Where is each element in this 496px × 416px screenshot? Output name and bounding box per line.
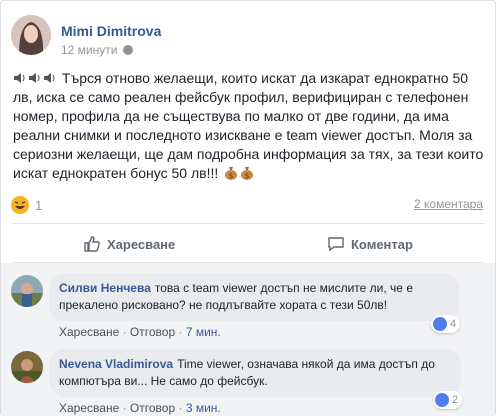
speaker-icon: [29, 73, 40, 83]
thumbs-up-icon: [84, 236, 100, 252]
comment-reply-link[interactable]: Отговор: [130, 401, 175, 415]
like-icon: [435, 393, 449, 407]
speaker-icon: [14, 73, 25, 83]
haha-icon: [11, 196, 29, 214]
like-button-label: Харесване: [107, 236, 176, 252]
comment-like-link[interactable]: Харесване: [59, 401, 119, 415]
post-body-text: Търся отново желаещи, които искат да изк…: [13, 70, 484, 181]
divider: [11, 223, 485, 224]
commenter-avatar[interactable]: [11, 275, 43, 307]
facebook-post: Mimi Dimitrova 12 минути Търся отново же…: [0, 0, 496, 416]
comment-icon: [328, 237, 344, 252]
comment-author[interactable]: Nevena Vladimirova: [59, 357, 173, 371]
comment-author[interactable]: Силви Ненчева: [59, 281, 151, 295]
svg-text:$: $: [245, 172, 249, 180]
comment-likes-badge[interactable]: 2: [433, 391, 463, 409]
reaction-count[interactable]: 1: [35, 198, 42, 213]
comments-count-link[interactable]: 2 коментара: [414, 197, 483, 211]
comment-reply-link[interactable]: Отговор: [130, 325, 175, 339]
comment-likes-count: 2: [452, 394, 459, 406]
comment-time[interactable]: 3 мин.: [186, 401, 221, 415]
post-body: Търся отново желаещи, които искат да изк…: [13, 69, 491, 183]
speaker-icon: [44, 73, 55, 83]
money-bag-icon: $: [241, 167, 254, 180]
like-icon: [433, 317, 447, 331]
comment-meta: Харесване · Отговор · 7 мин.: [59, 325, 221, 339]
comment-time[interactable]: 7 мин.: [186, 325, 221, 339]
reactions-summary[interactable]: 1: [11, 196, 42, 214]
comment-like-link[interactable]: Харесване: [59, 325, 119, 339]
comment-likes-badge[interactable]: 4: [431, 315, 461, 333]
like-button[interactable]: Харесване: [83, 233, 175, 255]
post-time[interactable]: 12 минути: [61, 43, 133, 57]
svg-text:$: $: [229, 172, 233, 180]
comment-bubble: Силви Ненчева това с team viewer достъп н…: [49, 273, 459, 321]
author-avatar[interactable]: [11, 15, 51, 55]
money-bag-icon: $: [225, 167, 238, 180]
commenter-avatar[interactable]: [11, 351, 43, 383]
post-time-text[interactable]: 12 минути: [61, 43, 117, 57]
globe-icon: [122, 45, 133, 55]
comments-section: Силви Ненчева това с team viewer достъп н…: [1, 263, 495, 416]
comment-button[interactable]: Коментар: [327, 233, 413, 255]
comment-likes-count: 4: [450, 318, 457, 330]
post-author[interactable]: Mimi Dimitrova: [61, 23, 161, 39]
comment-bubble: Nevena Vladimirova Time viewer, означава …: [49, 349, 461, 397]
comment-button-label: Коментар: [351, 236, 413, 252]
comment-meta: Харесване · Отговор · 3 мин.: [59, 401, 221, 415]
